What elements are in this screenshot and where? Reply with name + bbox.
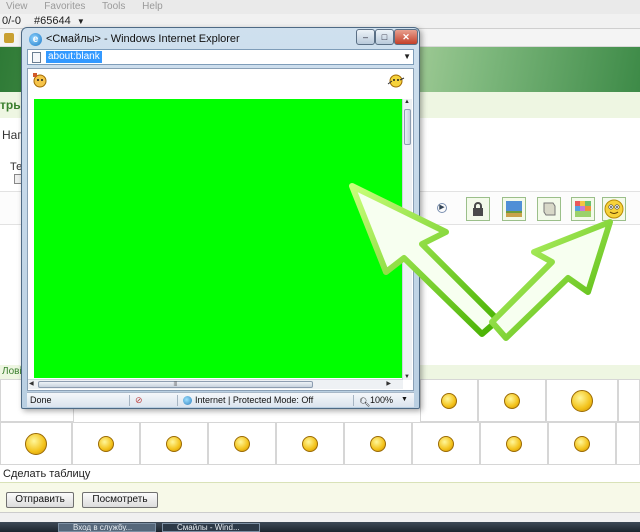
ie-popup-window: e <Смайлы> - Windows Internet Explorer –…	[21, 27, 420, 409]
taskbar-item-active[interactable]: Смайлы - Wind...	[162, 523, 260, 532]
tab-id[interactable]: #65644	[34, 15, 71, 27]
status-divider	[177, 395, 178, 406]
horizontal-scrollbar[interactable]: ◀ ||| ▶	[28, 379, 403, 389]
smiley-row	[0, 422, 640, 465]
security-zone[interactable]: Internet | Protected Mode: Off	[195, 393, 313, 407]
favorite-icon[interactable]	[4, 33, 14, 43]
scroll-icon	[541, 201, 557, 217]
bg-status-bar	[0, 512, 640, 522]
close-button[interactable]: ✕	[394, 29, 418, 45]
ie-status-bar: Done ⊘ Internet | Protected Mode: Off 🔍︎…	[27, 392, 414, 407]
globe-icon	[183, 396, 192, 405]
smiley-icon	[571, 389, 593, 412]
smiley-cell[interactable]	[0, 422, 72, 465]
smiley-icon	[166, 435, 182, 452]
minimize-button[interactable]: –	[356, 29, 375, 45]
smiley-cell[interactable]	[420, 379, 478, 422]
palette-button[interactable]	[571, 197, 595, 221]
big-smiley-icon	[604, 199, 624, 219]
smiley-icon	[370, 435, 386, 452]
scroll-thumb[interactable]	[404, 109, 411, 145]
scroll-left-icon[interactable]: ◀	[29, 380, 34, 387]
menu-tools[interactable]: Tools	[102, 1, 125, 12]
status-text: Done	[30, 395, 52, 405]
chevron-down-icon[interactable]: ▼	[77, 17, 85, 26]
green-content-area	[34, 99, 403, 378]
smiley-cell[interactable]	[140, 422, 208, 465]
popup-content: ▲ ▼ ◀ ||| ▶	[27, 68, 414, 391]
arrowhead-right	[489, 219, 613, 341]
scroll-down-icon[interactable]: ▼	[404, 374, 410, 380]
chevron-down-icon[interactable]: ▼	[401, 393, 408, 407]
smiley-icon	[98, 435, 114, 452]
window-title: <Смайлы> - Windows Internet Explorer	[46, 33, 240, 45]
preview-button[interactable]: Посмотреть	[82, 492, 158, 508]
smiley-cell[interactable]	[478, 379, 546, 422]
smiley-cell[interactable]	[72, 422, 140, 465]
status-divider	[353, 395, 354, 406]
tab-counter: 0/-0	[2, 15, 21, 27]
smiley-button[interactable]	[602, 197, 626, 221]
smiley-cell[interactable]	[618, 379, 640, 422]
scroll-up-icon[interactable]: ▲	[404, 99, 410, 105]
smiley-icon	[574, 435, 590, 452]
bg-menu-bar: View Favorites Tools Help	[0, 0, 640, 14]
smiley-cell[interactable]	[344, 422, 412, 465]
image-button[interactable]	[502, 197, 526, 221]
smiley-icon	[441, 392, 457, 409]
landscape-icon	[506, 201, 522, 217]
smiley-cell[interactable]	[276, 422, 344, 465]
smiley-cell[interactable]	[616, 422, 640, 465]
smiley-icon	[25, 432, 47, 455]
status-divider	[129, 395, 130, 406]
smiley-icon	[302, 435, 318, 452]
smiley-cell[interactable]	[412, 422, 480, 465]
scroll-right-icon[interactable]: ▶	[386, 380, 391, 387]
smiley-cell[interactable]	[480, 422, 548, 465]
smiley-cell[interactable]	[208, 422, 276, 465]
page-title: тры	[0, 98, 24, 112]
arrow-right-icon[interactable]: ▶	[437, 203, 447, 213]
menu-favorites[interactable]: Favorites	[44, 1, 85, 12]
smiley-cell[interactable]	[548, 422, 616, 465]
address-bar[interactable]: about:blank ▼	[27, 49, 414, 65]
no-entry-icon: ⊘	[135, 395, 143, 405]
zoom-level[interactable]: 100%	[370, 393, 393, 407]
lock-button[interactable]	[466, 197, 490, 221]
make-table-link[interactable]: Сделать таблицу	[3, 468, 90, 480]
zoom-icon: 🔍︎	[359, 397, 371, 407]
document-button[interactable]	[537, 197, 561, 221]
maximize-button[interactable]: □	[375, 29, 394, 45]
ie-icon: e	[29, 33, 42, 46]
smiley-icon	[234, 435, 250, 452]
smiley-icon	[506, 435, 522, 452]
taskbar: Вход в службу... Смайлы - Wind...	[0, 522, 640, 532]
menu-help[interactable]: Help	[142, 1, 163, 12]
taskbar-item[interactable]: Вход в службу...	[58, 523, 156, 532]
page-icon	[32, 52, 41, 63]
smiley-icon	[504, 392, 520, 409]
scroll-thumb[interactable]: |||	[38, 381, 313, 388]
menu-view[interactable]: View	[6, 1, 28, 12]
send-button[interactable]: Отправить	[6, 492, 74, 508]
smiley-icon[interactable]	[31, 72, 49, 88]
smiley-cell[interactable]	[546, 379, 618, 422]
section-label: Наг	[2, 128, 22, 142]
smiley-icon[interactable]	[387, 72, 405, 88]
address-url[interactable]: about:blank	[46, 51, 102, 63]
lock-icon	[470, 201, 486, 217]
palette-icon	[575, 201, 591, 217]
smiley-icon	[438, 435, 454, 452]
chevron-down-icon[interactable]: ▼	[403, 52, 411, 61]
vertical-scrollbar[interactable]: ▲ ▼	[402, 99, 412, 380]
